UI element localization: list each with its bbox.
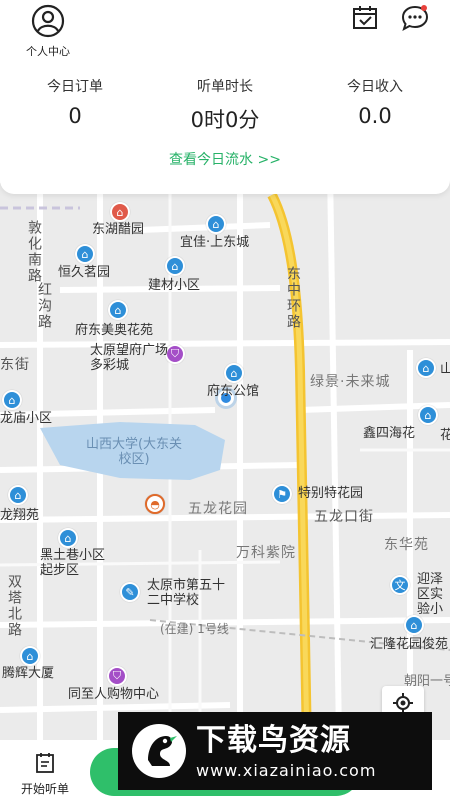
map-label: 腾辉大厦 [2,666,55,681]
map-label: 东华苑 [384,537,429,553]
map-label: 敦化南路 [26,220,42,284]
map-label: 宜佳·上东城 [180,235,250,250]
map-label: 双塔北路 [6,574,22,638]
poi-marker-icon[interactable]: ⌂ [224,363,244,383]
person-circle-icon [31,4,65,38]
stat-title: 今日收入 [347,79,403,95]
map-label: 山 [440,362,450,377]
stat-listen-duration: 听单时长 0时0分 [150,76,300,134]
unread-dot-icon [421,5,427,11]
map-label: 万科紫院 [236,545,296,561]
poi-marker-icon[interactable]: ⌂ [110,202,130,222]
map-label: 东中环路 [285,266,301,330]
map-label: 东湖醋园 [92,222,145,237]
stat-orders: 今日订单 0 [0,76,150,134]
stat-income: 今日收入 0.0 [300,76,450,134]
watermark-title: 下载鸟资源 [196,722,351,758]
stat-value: 0 [68,104,82,128]
stat-title: 听单时长 [197,79,253,95]
poi-marker-icon[interactable]: ⌂ [206,214,226,234]
poi-marker-icon[interactable]: ⌂ [8,485,28,505]
clipboard-list-icon [36,753,54,773]
stats-panel: 个人中心 今日订单 0 听单时长 0时0分 今日收入 0.0 查看今日流水 >> [0,0,450,194]
map-label: 绿景·未来城 [310,374,391,390]
map-label: 东街 [0,357,30,373]
poi-marker-icon[interactable]: ⌂ [165,256,185,276]
bird-logo-icon [132,724,186,778]
locate-crosshair-icon [393,693,413,713]
map-label: 太原望府广场多彩城 [90,343,169,373]
map-label: 龙庙小区 [0,411,53,426]
map-label: 迎泽区实验小 [417,572,444,617]
map-label: 建材小区 [148,278,201,293]
start-listening-tab[interactable]: 开始听单 [8,752,82,797]
poi-marker-icon[interactable]: 文 [390,575,410,595]
gas-station-icon[interactable]: ◓ [145,494,165,514]
poi-marker-icon[interactable]: ⌂ [416,358,436,378]
map-label: 黑土巷小区起步区 [40,548,106,578]
stat-title: 今日订单 [47,79,103,95]
poi-marker-icon[interactable]: ✎ [120,582,140,602]
profile-label: 个人中心 [26,45,70,58]
stat-value: 0时0分 [190,108,260,132]
poi-marker-icon[interactable]: ⌂ [418,405,438,425]
poi-marker-icon[interactable]: ⌂ [75,244,95,264]
map-label: 同至人购物中心 [68,687,160,702]
map-label: 府东美奥花苑 [75,323,154,338]
calendar-check-icon[interactable] [351,4,379,32]
map-label: 府东公馆 [207,384,260,399]
map-label: 五龙口街 [314,509,374,525]
map-label: 五龙花园 [188,501,248,517]
map-label: (在建) 1号线 [160,622,229,636]
poi-marker-icon[interactable]: ⌂ [108,300,128,320]
watermark-url: www.xiazainiao.com [196,760,377,780]
profile-button[interactable]: 个人中心 [18,4,78,59]
map-label: 特别特花园 [298,486,364,501]
watermark-banner: 下载鸟资源 www.xiazainiao.com [118,712,432,790]
chat-bubble-icon[interactable] [401,4,429,32]
map-label: 太原市第五十二中学校 [147,578,226,608]
map-label: 花 [440,428,450,443]
map-label: 山西大学(大东关校区) [85,437,183,467]
stat-value: 0.0 [358,104,392,128]
map-label: 汇隆花园俊苑 [370,637,449,652]
view-today-flow-link[interactable]: 查看今日流水 >> [0,149,450,169]
shopping-marker-icon[interactable]: ⛉ [107,666,127,686]
stats-row: 今日订单 0 听单时长 0时0分 今日收入 0.0 [0,76,450,134]
poi-marker-icon[interactable]: ⌂ [404,615,424,635]
map-label: 红沟路 [36,282,52,330]
map-label: 鑫四海花 [363,426,416,441]
poi-marker-icon[interactable]: ⌂ [2,390,22,410]
map-label: 恒久茗园 [58,265,111,280]
poi-marker-icon[interactable]: ⌂ [58,528,78,548]
start-listening-label: 开始听单 [20,782,69,796]
poi-marker-icon[interactable]: ⚑ [272,484,292,504]
map-label: 龙翔苑 [0,508,40,523]
poi-marker-icon[interactable]: ⌂ [20,646,40,666]
